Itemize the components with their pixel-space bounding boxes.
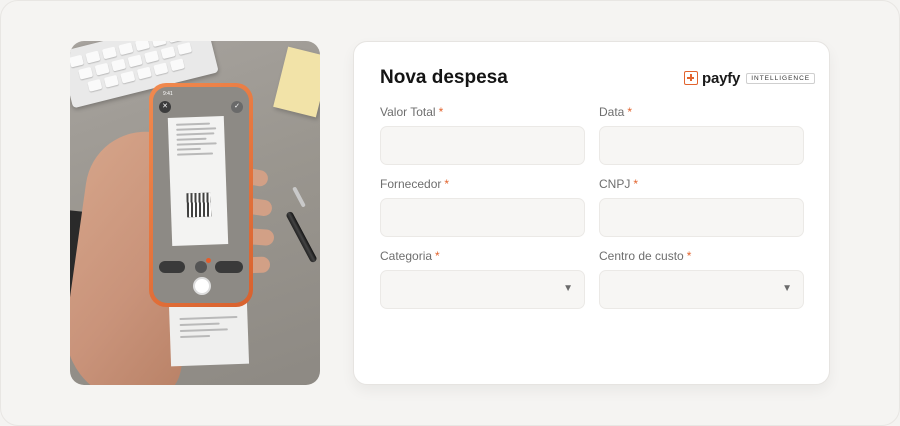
cnpj-input[interactable] [599,198,804,237]
shutter-button[interactable] [193,277,211,295]
chevron-down-icon: ▼ [782,283,792,294]
plus-box-icon [684,71,698,85]
categoria-select[interactable]: ▼ [380,270,585,309]
receipts-button[interactable] [195,261,207,273]
receipt-photo: 9:41 ✕ ✓ [70,41,320,385]
receipt-paper [168,301,250,367]
fornecedor-input[interactable] [380,198,585,237]
sticky-note-image [273,46,320,118]
centro-de-custo-select[interactable]: ▼ [599,270,804,309]
label-categoria: Categoria * [380,249,440,263]
label-valor-total: Valor Total * [380,105,444,119]
scanned-receipt [167,116,229,246]
close-icon[interactable]: ✕ [159,101,171,113]
brand-tag: INTELLIGENCE [746,72,816,84]
label-centro-de-custo: Centro de custo * [599,249,692,263]
brand-name: payfy [702,69,741,87]
valor-total-input[interactable] [380,126,585,165]
scan-mode-button[interactable] [215,261,243,273]
phone-device: 9:41 ✕ ✓ [149,83,253,307]
camera-screen: 9:41 ✕ ✓ [153,87,249,303]
brand-logo: payfy INTELLIGENCE [684,69,816,87]
pen-image [285,210,318,264]
check-icon[interactable]: ✓ [231,101,243,113]
form-title: Nova despesa [380,67,508,88]
qr-code [186,192,212,218]
chevron-down-icon: ▼ [563,283,573,294]
label-cnpj: CNPJ * [599,177,639,191]
gallery-button[interactable] [159,261,185,273]
label-fornecedor: Fornecedor * [380,177,450,191]
expense-form-card: Nova despesa payfy INTELLIGENCE Valor To… [353,41,830,385]
label-data: Data * [599,105,633,119]
data-input[interactable] [599,126,804,165]
